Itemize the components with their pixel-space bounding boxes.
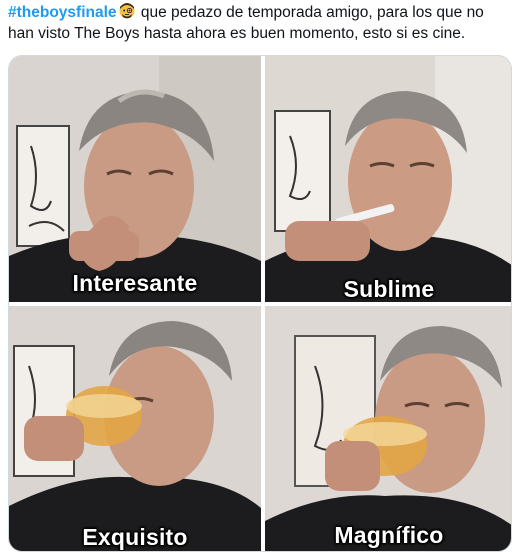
meme-panel-sublime[interactable]: Sublime — [265, 56, 511, 302]
meme-panel-interesante[interactable]: Interesante — [9, 56, 261, 302]
meme-image-grid[interactable]: Interesante Sublime Exquisito Magnífico — [8, 55, 512, 552]
face-with-monocle-emoji-icon — [119, 3, 135, 19]
tweet-text: #theboysfinale que pedazo de temporada a… — [8, 2, 512, 44]
man-thinking-photo — [9, 56, 261, 302]
meme-panel-magnifico[interactable]: Magnífico — [265, 306, 511, 551]
hashtag-link[interactable]: #theboysfinale — [8, 4, 117, 21]
caption-exquisito: Exquisito — [82, 524, 188, 550]
man-smoking-photo — [265, 56, 511, 302]
man-sipping-whiskey-photo — [9, 306, 261, 551]
meme-panel-exquisito[interactable]: Exquisito — [9, 306, 261, 551]
caption-interesante: Interesante — [72, 270, 198, 296]
man-drinking-whiskey-photo — [265, 306, 511, 551]
caption-magnifico: Magnífico — [334, 522, 444, 548]
caption-sublime: Sublime — [343, 276, 435, 302]
